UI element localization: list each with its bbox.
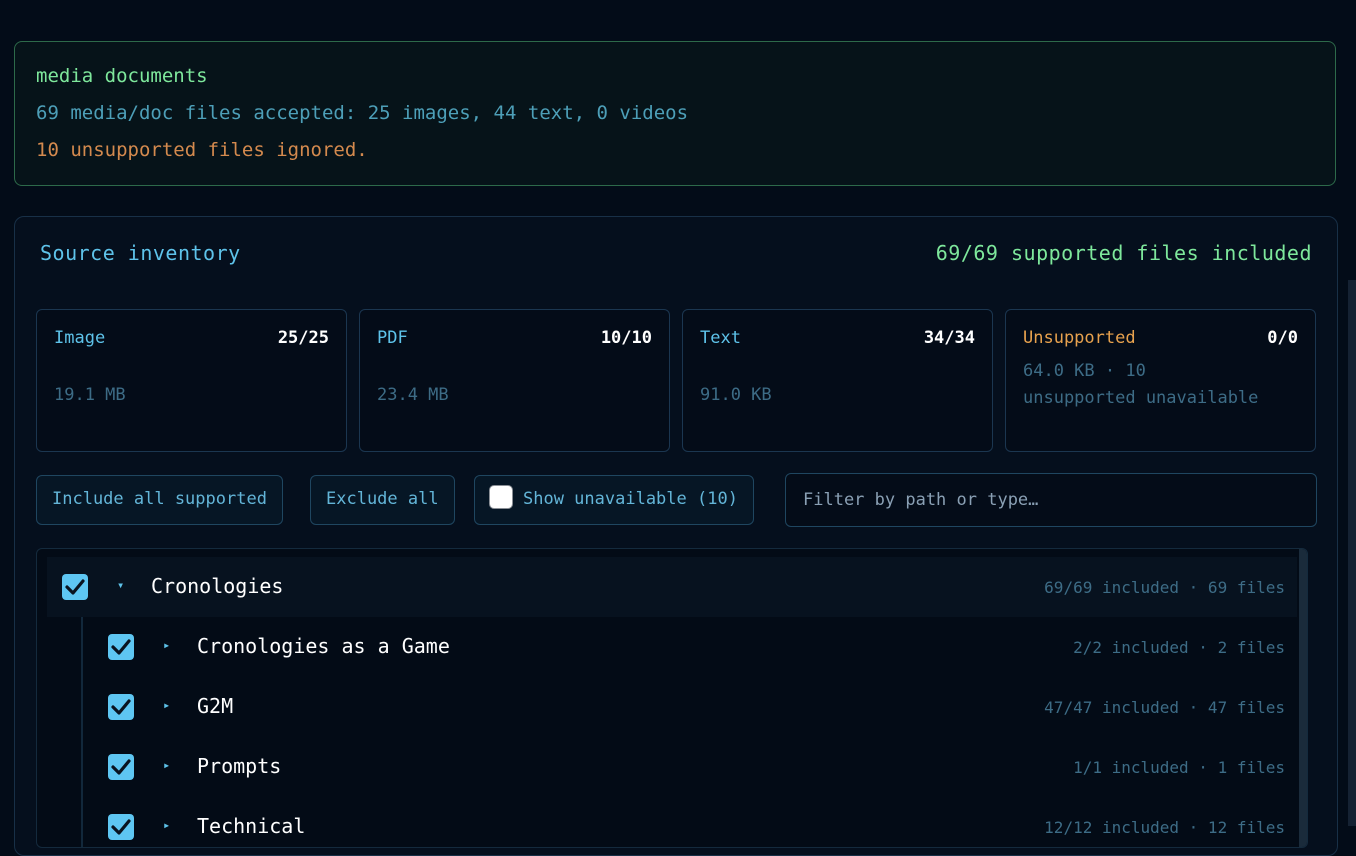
exclude-all-button[interactable]: Exclude all: [310, 475, 455, 525]
expand-toggle-icon[interactable]: ▸: [163, 638, 170, 652]
checkmark-icon: [111, 699, 131, 715]
expand-toggle-icon[interactable]: ▾: [117, 578, 124, 592]
card-label: Image: [54, 328, 106, 348]
checkmark-icon: [65, 579, 85, 595]
card-count: 10/10: [600, 328, 652, 348]
row-name: Cronologies as a Game: [197, 634, 450, 658]
checkmark-icon: [111, 759, 131, 775]
inventory-title: Source inventory: [40, 241, 241, 265]
status-accepted-summary: 69 media/doc files accepted: 25 images, …: [36, 102, 689, 124]
row-checkbox[interactable]: [108, 814, 134, 840]
tree-row-prompts[interactable]: ▸ Prompts 1/1 included · 1 files: [47, 737, 1297, 797]
expand-toggle-icon[interactable]: ▸: [163, 818, 170, 832]
file-tree: ▾ Cronologies 69/69 included · 69 files …: [36, 548, 1308, 848]
button-label: Include all supported: [52, 489, 267, 509]
row-meta: 12/12 included · 12 files: [1044, 818, 1285, 837]
row-name: Cronologies: [151, 574, 284, 598]
tree-row-cronologies[interactable]: ▾ Cronologies 69/69 included · 69 files: [47, 557, 1297, 617]
card-size: 91.0 KB: [700, 385, 772, 405]
filter-input[interactable]: [785, 473, 1317, 527]
card-size: 19.1 MB: [54, 385, 126, 405]
status-ignored-summary: 10 unsupported files ignored.: [36, 139, 368, 161]
expand-toggle-icon[interactable]: ▸: [163, 698, 170, 712]
card-pdf: PDF 10/10 23.4 MB: [359, 309, 670, 452]
row-checkbox[interactable]: [62, 574, 88, 600]
card-count: 0/0: [1267, 328, 1298, 348]
card-size: 23.4 MB: [377, 385, 449, 405]
source-inventory-panel: Source inventory 69/69 supported files i…: [14, 216, 1338, 856]
card-count: 34/34: [923, 328, 975, 348]
page-scrollbar[interactable]: [1348, 280, 1356, 826]
row-name: Technical: [197, 814, 306, 838]
card-label: Text: [700, 328, 741, 348]
show-unavailable-checkbox[interactable]: [489, 485, 513, 509]
row-checkbox[interactable]: [108, 694, 134, 720]
tree-row-technical[interactable]: ▸ Technical 12/12 included · 12 files: [47, 797, 1297, 847]
row-meta: 47/47 included · 47 files: [1044, 698, 1285, 717]
card-count: 25/25: [277, 328, 329, 348]
expand-toggle-icon[interactable]: ▸: [163, 758, 170, 772]
checkmark-icon: [111, 639, 131, 655]
checkmark-icon: [111, 819, 131, 835]
row-meta: 2/2 included · 2 files: [1073, 638, 1285, 657]
card-text: Text 34/34 91.0 KB: [682, 309, 993, 452]
button-label: Show unavailable (10): [523, 489, 738, 509]
include-all-supported-button[interactable]: Include all supported: [36, 475, 283, 525]
tree-row-g2m[interactable]: ▸ G2M 47/47 included · 47 files: [47, 677, 1297, 737]
status-title: media documents: [36, 65, 208, 87]
card-unsupported: Unsupported 0/0 64.0 KB · 10 unsupported…: [1005, 309, 1316, 452]
tree-scrollbar[interactable]: [1299, 549, 1307, 847]
card-label: PDF: [377, 328, 408, 348]
inventory-summary: 69/69 supported files included: [935, 241, 1312, 265]
button-label: Exclude all: [326, 489, 439, 509]
show-unavailable-toggle[interactable]: Show unavailable (10): [474, 475, 754, 525]
card-image: Image 25/25 19.1 MB: [36, 309, 347, 452]
row-checkbox[interactable]: [108, 634, 134, 660]
tree-row-cronologies-as-a-game[interactable]: ▸ Cronologies as a Game 2/2 included · 2…: [47, 617, 1297, 677]
row-checkbox[interactable]: [108, 754, 134, 780]
status-panel: media documents 69 media/doc files accep…: [14, 41, 1336, 186]
row-name: G2M: [197, 694, 234, 718]
row-name: Prompts: [197, 754, 282, 778]
file-type-cards: Image 25/25 19.1 MB PDF 10/10 23.4 MB Te…: [36, 309, 1316, 453]
row-meta: 1/1 included · 1 files: [1073, 758, 1285, 777]
row-meta: 69/69 included · 69 files: [1044, 578, 1285, 597]
card-label: Unsupported: [1023, 328, 1136, 348]
card-meta: 64.0 KB · 10 unsupported unavailable: [1023, 361, 1259, 408]
